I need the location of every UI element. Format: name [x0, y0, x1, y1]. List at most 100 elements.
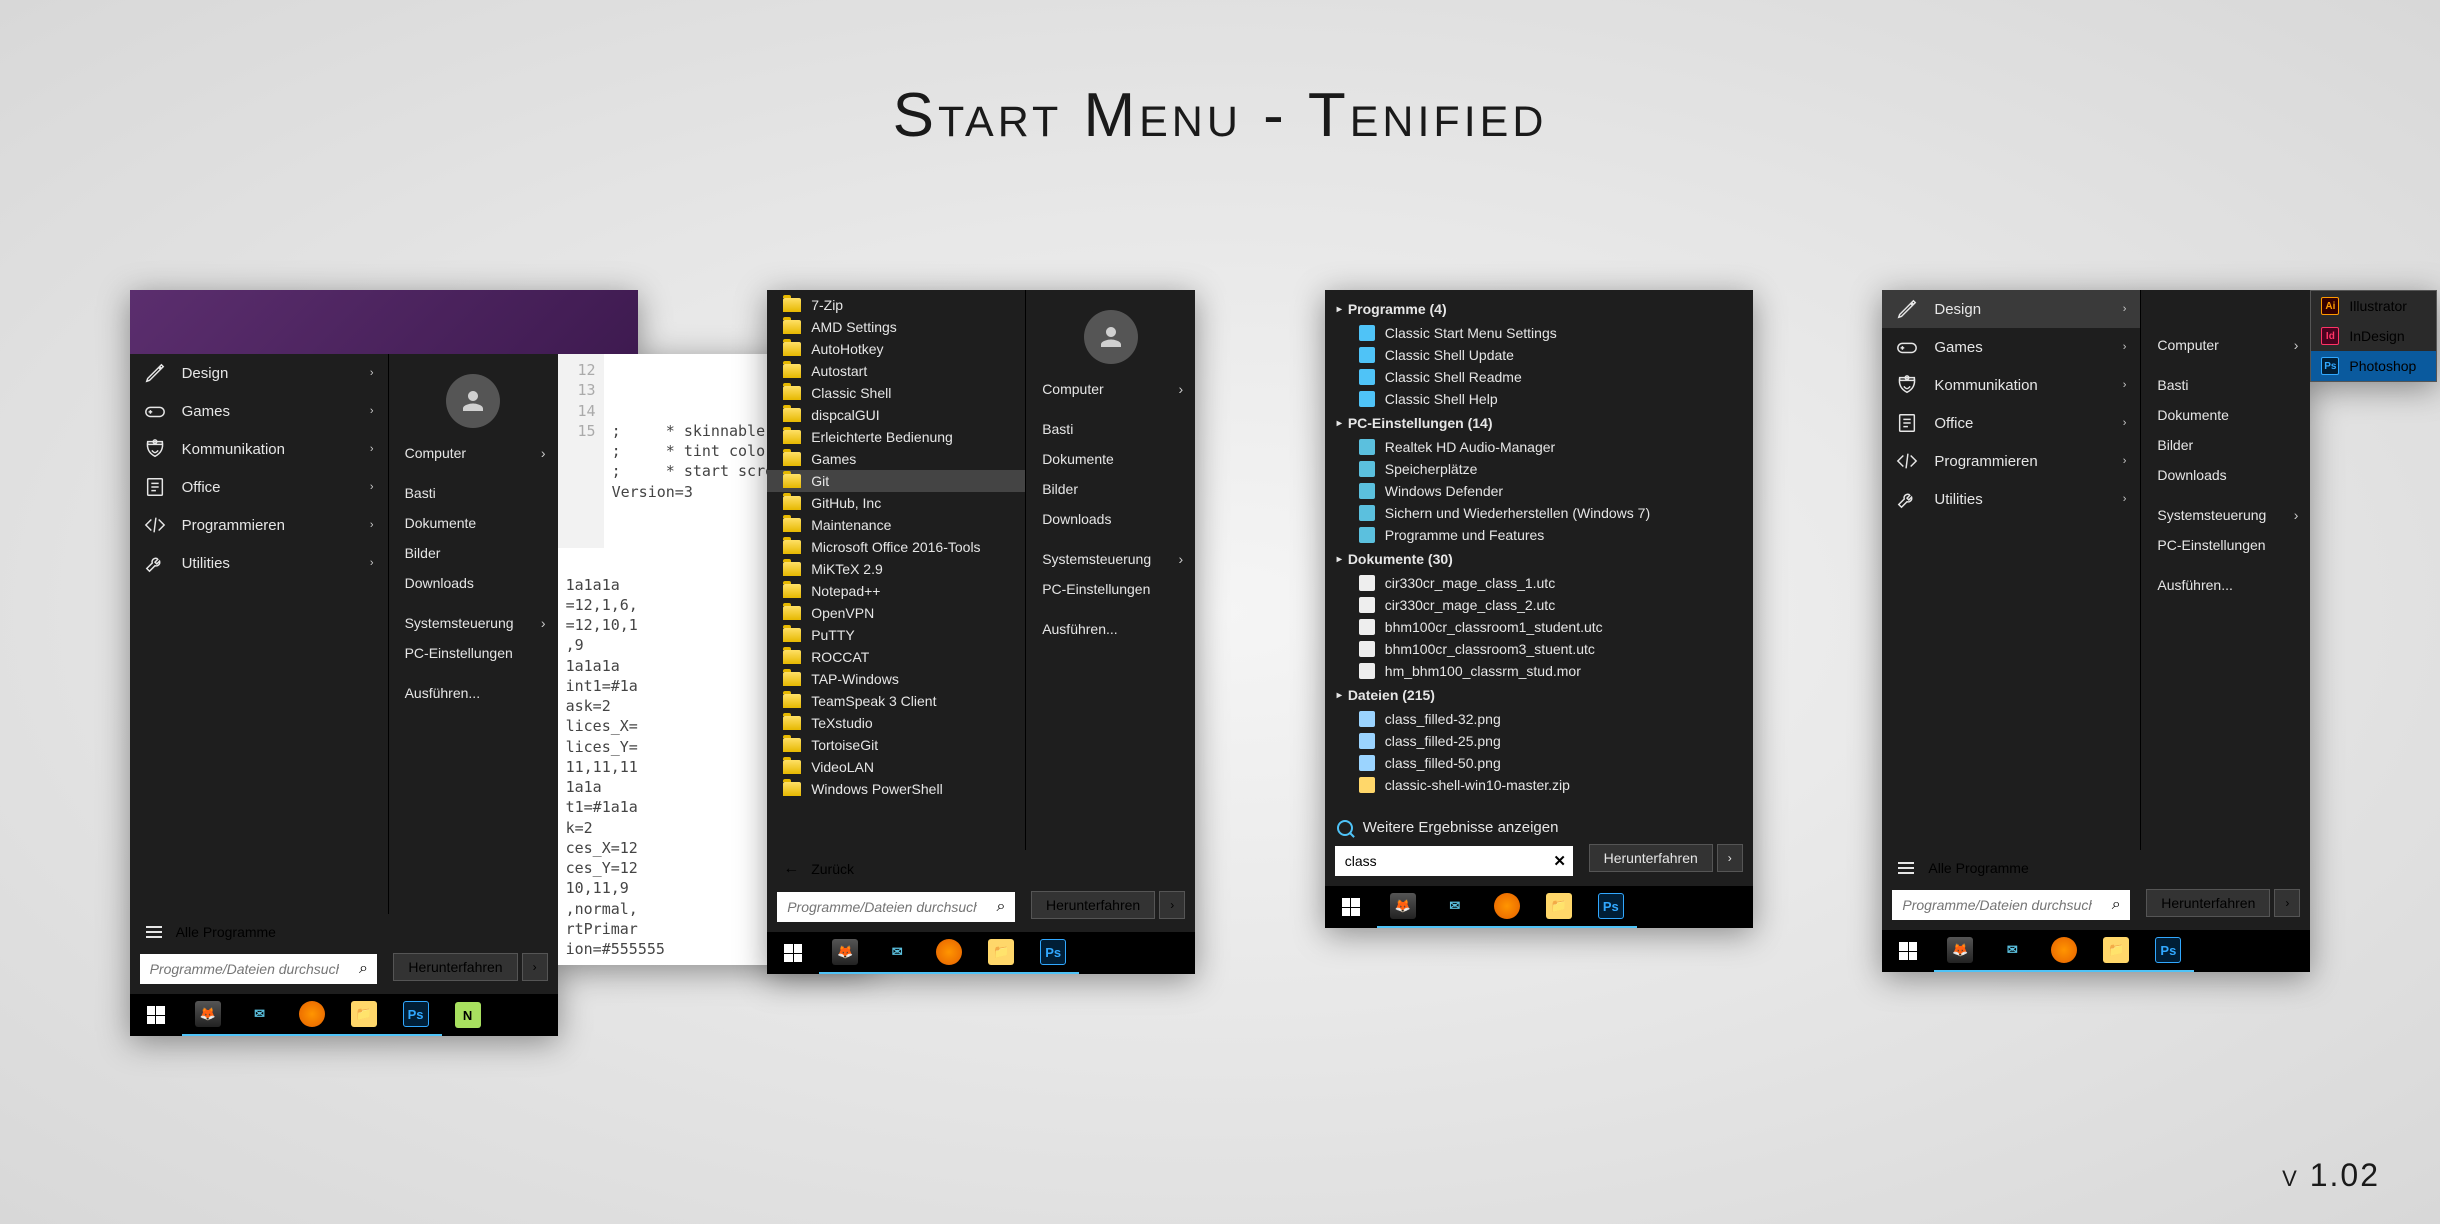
result-item[interactable]: Speicherplätze	[1325, 458, 1753, 480]
place-downloads[interactable]: Downloads	[1026, 504, 1195, 534]
search-icon[interactable]: ⌕	[349, 960, 377, 978]
folder-item[interactable]: dispcalGUI	[767, 404, 1025, 426]
app-thunderbird[interactable]: ✉	[1986, 930, 2038, 972]
category-kommunikation[interactable]: Kommunikation›	[130, 430, 388, 468]
category-games[interactable]: Games›	[130, 392, 388, 430]
app-notepadpp[interactable]: N	[442, 994, 494, 1036]
folder-item[interactable]: Classic Shell	[767, 382, 1025, 404]
place-basti[interactable]: Basti	[1026, 414, 1195, 444]
app-firefox[interactable]	[923, 932, 975, 974]
search-field[interactable]: ✕	[1335, 846, 1573, 876]
place-bilder[interactable]: Bilder	[389, 538, 558, 568]
result-item[interactable]: Classic Shell Readme	[1325, 366, 1753, 388]
result-item[interactable]: bhm100cr_classroom1_student.utc	[1325, 616, 1753, 638]
result-item[interactable]: Windows Defender	[1325, 480, 1753, 502]
search-input[interactable]	[140, 954, 350, 984]
folder-item[interactable]: OpenVPN	[767, 602, 1025, 624]
folder-item[interactable]: ROCCAT	[767, 646, 1025, 668]
app-thunderbird[interactable]: ✉	[234, 994, 286, 1036]
place-bilder[interactable]: Bilder	[2141, 430, 2310, 460]
folder-item[interactable]: Git	[767, 470, 1025, 492]
result-item[interactable]: class_filled-32.png	[1325, 708, 1753, 730]
app-thunderbird[interactable]: ✉	[1429, 886, 1481, 928]
category-office[interactable]: Office›	[130, 468, 388, 506]
folder-item[interactable]: Maintenance	[767, 514, 1025, 536]
app-thunderbird[interactable]: ✉	[871, 932, 923, 974]
place-dokumente[interactable]: Dokumente	[2141, 400, 2310, 430]
result-item[interactable]: Realtek HD Audio-Manager	[1325, 436, 1753, 458]
result-group[interactable]: ▸Dateien (215)	[1325, 682, 1753, 708]
result-item[interactable]: Programme und Features	[1325, 524, 1753, 546]
folder-item[interactable]: TAP-Windows	[767, 668, 1025, 690]
folder-item[interactable]: TeamSpeak 3 Client	[767, 690, 1025, 712]
start-button[interactable]	[130, 994, 182, 1036]
all-programs[interactable]: Alle Programme	[1882, 850, 2310, 886]
result-item[interactable]: cir330cr_mage_class_1.utc	[1325, 572, 1753, 594]
place-systemsteuerung[interactable]: Systemsteuerung	[2141, 500, 2310, 530]
app-fox[interactable]: 🦊	[1377, 886, 1429, 928]
category-games[interactable]: Games›	[1882, 328, 2140, 366]
shutdown-button[interactable]: Herunterfahren	[1031, 891, 1155, 919]
more-results[interactable]: Weitere Ergebnisse anzeigen	[1325, 811, 1753, 840]
shutdown-options[interactable]: ›	[1159, 891, 1185, 919]
start-button[interactable]	[1325, 886, 1377, 928]
category-programmieren[interactable]: Programmieren›	[1882, 442, 2140, 480]
app-explorer[interactable]: 📁	[975, 932, 1027, 974]
folder-item[interactable]: Notepad++	[767, 580, 1025, 602]
folder-item[interactable]: AMD Settings	[767, 316, 1025, 338]
folder-item[interactable]: 7-Zip	[767, 294, 1025, 316]
place-dokumente[interactable]: Dokumente	[1026, 444, 1195, 474]
user-avatar[interactable]	[1084, 310, 1138, 364]
result-group[interactable]: ▸Dokumente (30)	[1325, 546, 1753, 572]
category-office[interactable]: Office›	[1882, 404, 2140, 442]
app-firefox[interactable]	[1481, 886, 1533, 928]
result-item[interactable]: Classic Start Menu Settings	[1325, 322, 1753, 344]
folder-item[interactable]: GitHub, Inc	[767, 492, 1025, 514]
search-input[interactable]	[1335, 853, 1547, 869]
result-item[interactable]: hm_bhm100_classrm_stud.mor	[1325, 660, 1753, 682]
search-icon[interactable]: ⌕	[2102, 896, 2130, 914]
category-utilities[interactable]: Utilities›	[130, 544, 388, 582]
result-group[interactable]: ▸PC-Einstellungen (14)	[1325, 410, 1753, 436]
folder-item[interactable]: Microsoft Office 2016-Tools	[767, 536, 1025, 558]
place-ausfuehren[interactable]: Ausführen...	[389, 678, 558, 708]
start-button[interactable]	[767, 932, 819, 974]
place-pceinst[interactable]: PC-Einstellungen	[389, 638, 558, 668]
place-computer[interactable]: Computer	[2141, 330, 2310, 360]
app-firefox[interactable]	[2038, 930, 2090, 972]
app-explorer[interactable]: 📁	[338, 994, 390, 1036]
result-item[interactable]: class_filled-50.png	[1325, 752, 1753, 774]
flyout-illustrator[interactable]: AiIllustrator	[2311, 291, 2436, 321]
flyout-photoshop[interactable]: PsPhotoshop	[2311, 351, 2436, 381]
place-pceinst[interactable]: PC-Einstellungen	[1026, 574, 1195, 604]
search-input[interactable]	[777, 892, 987, 922]
search-field[interactable]: ⌕	[1892, 890, 2130, 920]
result-item[interactable]: Classic Shell Help	[1325, 388, 1753, 410]
category-design[interactable]: Design›	[1882, 290, 2140, 328]
app-fox[interactable]: 🦊	[182, 994, 234, 1036]
result-item[interactable]: Sichern und Wiederherstellen (Windows 7)	[1325, 502, 1753, 524]
back-button[interactable]: ← Zurück	[767, 850, 1195, 888]
shutdown-options[interactable]: ›	[522, 953, 548, 981]
all-programs[interactable]: Alle Programme	[130, 914, 558, 950]
flyout-indesign[interactable]: IdInDesign	[2311, 321, 2436, 351]
app-photoshop[interactable]: Ps	[1027, 932, 1079, 974]
folder-item[interactable]: MiKTeX 2.9	[767, 558, 1025, 580]
shutdown-button[interactable]: Herunterfahren	[2146, 889, 2270, 917]
category-utilities[interactable]: Utilities›	[1882, 480, 2140, 518]
folder-item[interactable]: Games	[767, 448, 1025, 470]
result-item[interactable]: classic-shell-win10-master.zip	[1325, 774, 1753, 796]
category-programmieren[interactable]: Programmieren›	[130, 506, 388, 544]
search-field[interactable]: ⌕	[140, 954, 378, 984]
app-photoshop[interactable]: Ps	[1585, 886, 1637, 928]
result-item[interactable]: cir330cr_mage_class_2.utc	[1325, 594, 1753, 616]
app-firefox[interactable]	[286, 994, 338, 1036]
app-fox[interactable]: 🦊	[1934, 930, 1986, 972]
shutdown-button[interactable]: Herunterfahren	[393, 953, 517, 981]
folder-item[interactable]: Windows PowerShell	[767, 778, 1025, 800]
shutdown-options[interactable]: ›	[1717, 844, 1743, 872]
clear-search-icon[interactable]: ✕	[1547, 852, 1573, 870]
app-explorer[interactable]: 📁	[2090, 930, 2142, 972]
place-dokumente[interactable]: Dokumente	[389, 508, 558, 538]
folder-item[interactable]: Erleichterte Bedienung	[767, 426, 1025, 448]
